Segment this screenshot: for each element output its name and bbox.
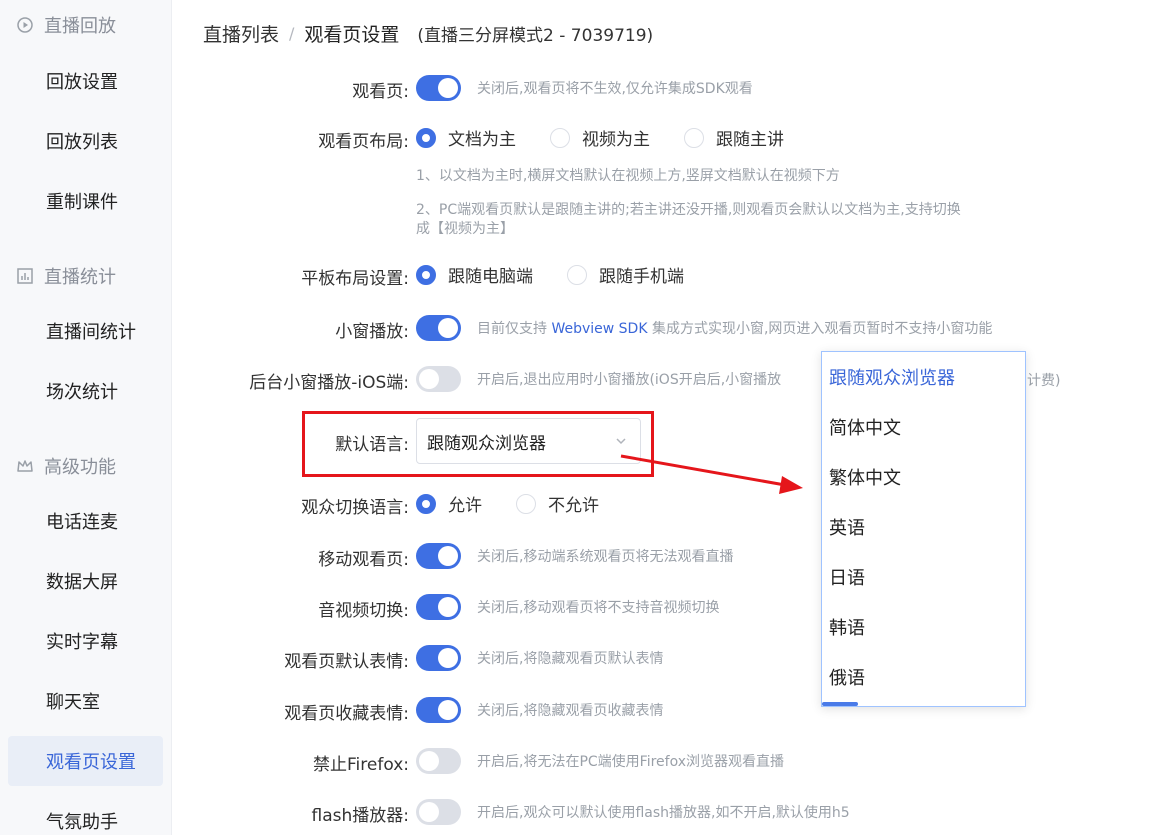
setting-label: flash播放器: xyxy=(311,806,409,826)
av-switch-toggle[interactable] xyxy=(416,594,461,620)
setting-hint: 目前仅支持 Webview SDK 集成方式实现小窗,网页进入观看页暂时不支持小… xyxy=(477,321,993,337)
setting-flash-player: flash播放器: 开启后,观众可以默认使用flash播放器,如不开启,默认使用… xyxy=(173,799,1163,826)
radio-dot xyxy=(567,264,587,285)
sidebar-item-atmosphere-assistant[interactable]: 气氛助手 xyxy=(8,796,163,835)
setting-hint: 关闭后,移动端系统观看页将无法观看直播 xyxy=(477,549,734,565)
annotation-highlight-box xyxy=(302,411,654,477)
setting-label: 小窗播放: xyxy=(335,322,409,342)
setting-label: 禁止Firefox: xyxy=(313,755,409,775)
radio-dot xyxy=(550,127,570,148)
sidebar-item-replay-list[interactable]: 回放列表 xyxy=(8,116,163,166)
breadcrumb-separator: / xyxy=(289,24,295,43)
bg-mini-ios-toggle[interactable] xyxy=(416,366,461,392)
sidebar-item-watch-page-settings[interactable]: 观看页设置 xyxy=(8,736,163,786)
switch-lang-radio-disallow[interactable]: 不允许 xyxy=(516,491,599,516)
sidebar-section-stats: 直播统计 xyxy=(0,256,172,296)
setting-hint: 关闭后,移动观看页将不支持音视频切换 xyxy=(477,600,720,616)
radio-dot xyxy=(516,493,536,514)
setting-label: 观看页默认表情: xyxy=(284,652,409,672)
radio-dot xyxy=(416,493,436,514)
setting-label: 观众切换语言: xyxy=(301,498,409,518)
dropdown-option-japanese[interactable]: 日语 xyxy=(822,552,1025,602)
radio-dot xyxy=(684,127,704,148)
setting-hint: 关闭后,观看页将不生效,仅允许集成SDK观看 xyxy=(477,81,753,97)
setting-hint: 开启后,退出应用时小窗播放(iOS开启后,小窗播放 xyxy=(477,372,782,388)
default-emoji-toggle[interactable] xyxy=(416,645,461,671)
dropdown-option-simplified-chinese[interactable]: 简体中文 xyxy=(822,402,1025,452)
mobile-watch-page-toggle[interactable] xyxy=(416,543,461,569)
setting-hint: 开启后,将无法在PC端使用Firefox浏览器观看直播 xyxy=(477,754,785,770)
layout-note-2b: 成【视频为主】 xyxy=(416,221,514,237)
layout-radio-document[interactable]: 文档为主 xyxy=(416,125,516,150)
layout-note-2a: 2、PC端观看页默认是跟随主讲的;若主讲还没开播,则观看页会默认以文档为主,支持… xyxy=(416,202,961,218)
favorite-emoji-toggle[interactable] xyxy=(416,697,461,723)
dropdown-option-english[interactable]: 英语 xyxy=(822,502,1025,552)
stats-icon xyxy=(16,267,34,285)
setting-label: 音视频切换: xyxy=(318,601,409,621)
sidebar: 直播回放 回放设置 回放列表 重制课件 直播统计 直播间统计 场次统计 高级功能… xyxy=(0,0,172,835)
replay-icon xyxy=(16,16,34,34)
page-subtitle: (直播三分屏模式2 - 7039719) xyxy=(417,26,654,46)
switch-lang-radio-allow[interactable]: 允许 xyxy=(416,491,482,516)
sidebar-item-remake-courseware[interactable]: 重制课件 xyxy=(8,176,163,226)
sidebar-item-session-stats[interactable]: 场次统计 xyxy=(8,366,163,416)
setting-hint: 开启后,观众可以默认使用flash播放器,如不开启,默认使用h5 xyxy=(477,805,850,821)
dropdown-scrollbar[interactable] xyxy=(822,702,858,706)
setting-layout: 观看页布局: 文档为主 视频为主 跟随主讲 xyxy=(173,125,1163,152)
setting-mini-window: 小窗播放: 目前仅支持 Webview SDK 集成方式实现小窗,网页进入观看页… xyxy=(173,315,1163,342)
sidebar-item-replay-settings[interactable]: 回放设置 xyxy=(8,56,163,106)
page-title: 观看页设置 xyxy=(304,24,400,46)
sidebar-item-data-screen[interactable]: 数据大屏 xyxy=(8,556,163,606)
setting-label: 观看页: xyxy=(352,82,409,102)
setting-label: 平板布局设置: xyxy=(301,269,409,289)
dropdown-option-korean[interactable]: 韩语 xyxy=(822,602,1025,652)
sidebar-section-advanced: 高级功能 xyxy=(0,446,172,486)
setting-label: 观看页收藏表情: xyxy=(284,704,409,724)
breadcrumb: 直播列表 / 观看页设置 (直播三分屏模式2 - 7039719) xyxy=(203,20,653,47)
setting-tablet-layout: 平板布局设置: 跟随电脑端 跟随手机端 xyxy=(173,262,1163,289)
setting-label: 后台小窗播放-iOS端: xyxy=(249,373,409,393)
layout-radio-video[interactable]: 视频为主 xyxy=(550,125,650,150)
tablet-radio-pc[interactable]: 跟随电脑端 xyxy=(416,262,533,287)
setting-label: 观看页布局: xyxy=(318,132,409,152)
setting-label: 移动观看页: xyxy=(318,550,409,570)
tablet-radio-mobile[interactable]: 跟随手机端 xyxy=(567,262,684,287)
setting-ban-firefox: 禁止Firefox: 开启后,将无法在PC端使用Firefox浏览器观看直播 xyxy=(173,748,1163,775)
watch-page-toggle[interactable] xyxy=(416,75,461,101)
crown-icon xyxy=(16,457,34,475)
sidebar-item-phone-mic[interactable]: 电话连麦 xyxy=(8,496,163,546)
flash-player-toggle[interactable] xyxy=(416,799,461,825)
setting-hint: 关闭后,将隐藏观看页默认表情 xyxy=(477,651,664,667)
layout-radio-follow-speaker[interactable]: 跟随主讲 xyxy=(684,125,784,150)
dropdown-option-traditional-chinese[interactable]: 繁体中文 xyxy=(822,452,1025,502)
sidebar-item-chatroom[interactable]: 聊天室 xyxy=(8,676,163,726)
sidebar-item-room-stats[interactable]: 直播间统计 xyxy=(8,306,163,356)
mini-window-toggle[interactable] xyxy=(416,315,461,341)
setting-hint: 关闭后,将隐藏观看页收藏表情 xyxy=(477,703,664,719)
webview-sdk-link[interactable]: Webview SDK xyxy=(551,321,647,337)
radio-dot xyxy=(416,127,436,148)
radio-dot xyxy=(416,264,436,285)
sidebar-item-live-subtitles[interactable]: 实时字幕 xyxy=(8,616,163,666)
sidebar-section-replay: 直播回放 xyxy=(0,5,172,45)
dropdown-option-follow-browser[interactable]: 跟随观众浏览器 xyxy=(822,352,1025,402)
language-dropdown-menu: 跟随观众浏览器 简体中文 繁体中文 英语 日语 韩语 俄语 xyxy=(821,351,1026,707)
layout-note-1: 1、以文档为主时,横屏文档默认在视频上方,竖屏文档默认在视频下方 xyxy=(416,168,840,184)
breadcrumb-root-link[interactable]: 直播列表 xyxy=(203,20,279,47)
dropdown-option-russian[interactable]: 俄语 xyxy=(822,652,1025,702)
ban-firefox-toggle[interactable] xyxy=(416,748,461,774)
setting-watch-page: 观看页: 关闭后,观看页将不生效,仅允许集成SDK观看 xyxy=(173,75,1163,102)
